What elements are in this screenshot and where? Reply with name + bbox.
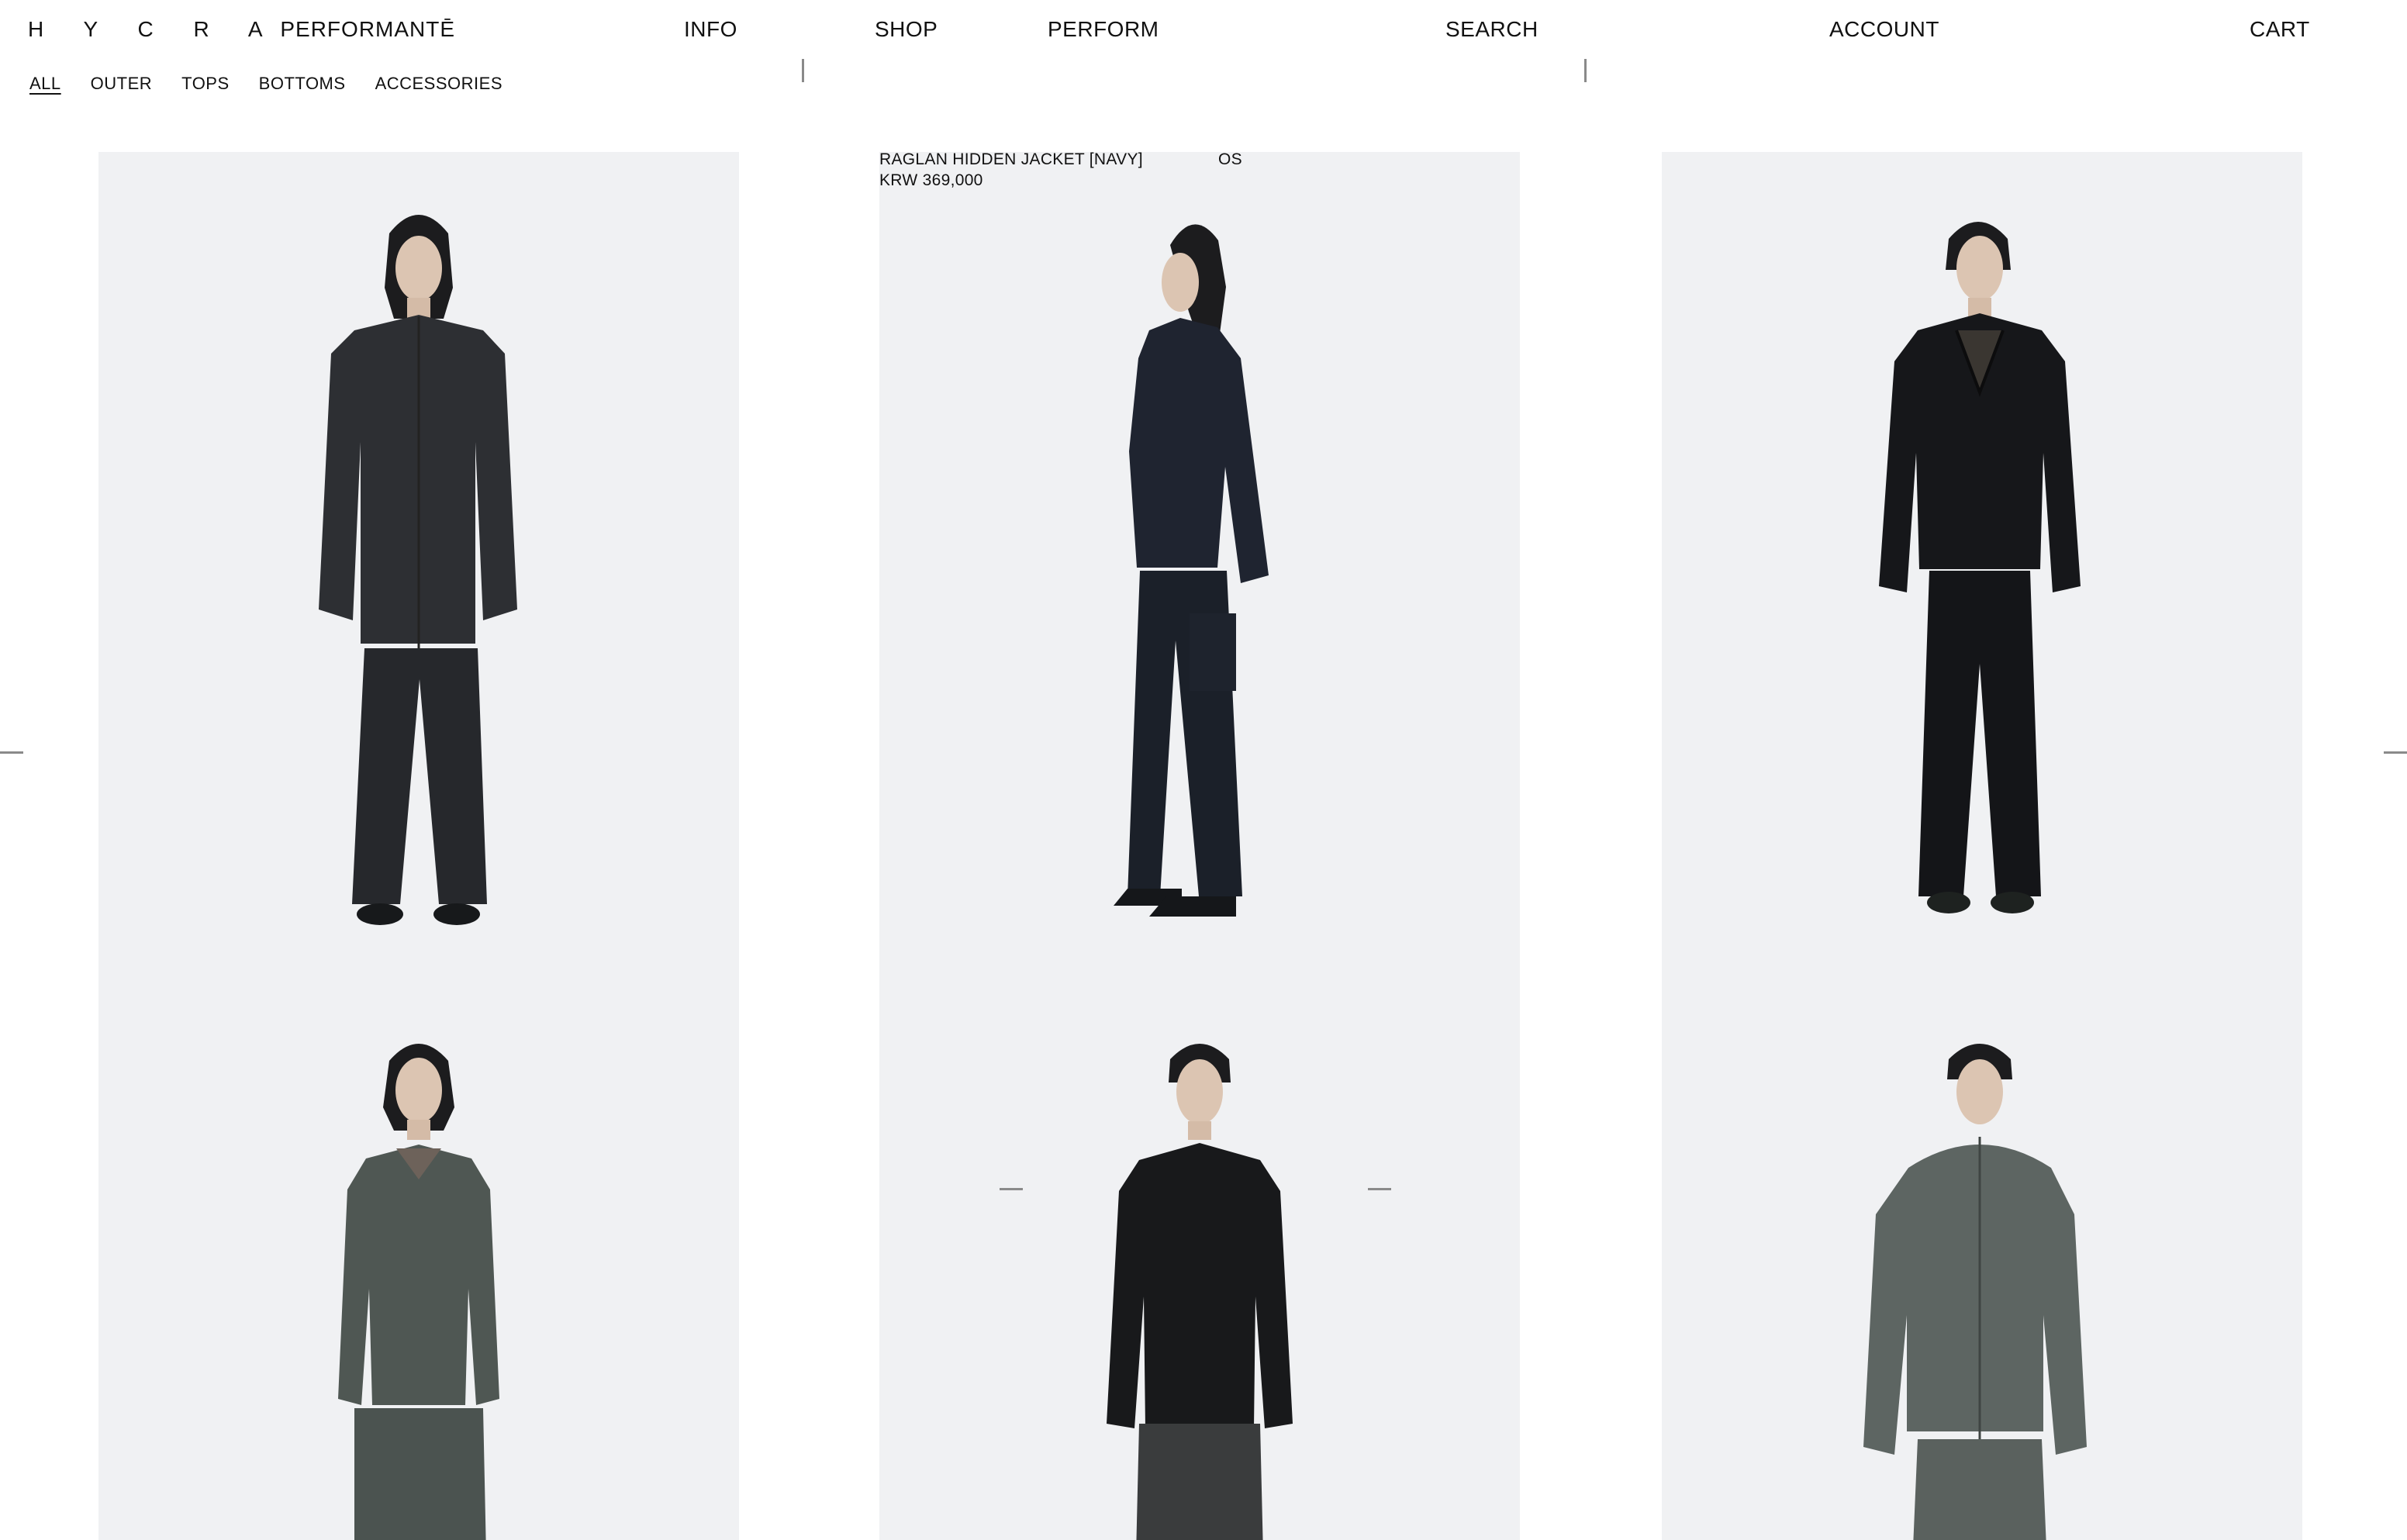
column-divider-tick xyxy=(802,59,804,82)
product-card[interactable] xyxy=(879,997,1520,1540)
column-divider-tick xyxy=(1584,59,1587,82)
nav-account[interactable]: ACCOUNT xyxy=(1829,14,1939,45)
product-image xyxy=(1879,222,2081,913)
product-name: RAGLAN HIDDEN JACKET [NAVY] xyxy=(879,150,1143,168)
product-size: OS xyxy=(1218,150,1242,168)
product-card[interactable] xyxy=(1662,997,2302,1540)
filter-all[interactable]: ALL xyxy=(29,71,61,96)
product-card[interactable] xyxy=(98,997,739,1540)
carousel-next-dash[interactable] xyxy=(1368,1188,1391,1190)
next-page-dash[interactable] xyxy=(2384,751,2407,754)
nav-cart[interactable]: CART xyxy=(2250,14,2310,45)
nav-perform[interactable]: PERFORM xyxy=(1048,14,1159,45)
nav-info[interactable]: INFO xyxy=(684,14,737,45)
logo-letters: H Y C R A xyxy=(28,17,280,41)
brand-logo[interactable]: H Y C R A PERFORMANTĒ xyxy=(28,14,455,45)
carousel-prev-dash[interactable] xyxy=(1000,1188,1023,1190)
filter-tops[interactable]: TOPS xyxy=(181,71,230,96)
prev-page-dash[interactable] xyxy=(0,751,23,754)
product-price: KRW 369,000 xyxy=(879,171,983,189)
product-card[interactable] xyxy=(98,152,739,997)
product-image xyxy=(319,215,517,925)
filter-bottoms[interactable]: BOTTOMS xyxy=(259,71,346,96)
nav-search[interactable]: SEARCH xyxy=(1445,14,1538,45)
product-image xyxy=(1107,1044,1293,1540)
category-filters: ALL OUTER TOPS BOTTOMS ACCESSORIES xyxy=(29,71,502,96)
nav-shop[interactable]: SHOP xyxy=(875,14,938,45)
product-hover-info: RAGLAN HIDDEN JACKET [NAVY] KRW 369,000 … xyxy=(879,149,1242,191)
product-card-hovered[interactable] xyxy=(879,152,1520,997)
filter-accessories[interactable]: ACCESSORIES xyxy=(375,71,502,96)
logo-wordmark: PERFORMANTĒ xyxy=(280,17,456,41)
product-image xyxy=(338,1044,499,1540)
product-image xyxy=(1863,1044,2087,1540)
product-image xyxy=(1114,224,1269,917)
product-card[interactable] xyxy=(1662,152,2302,997)
filter-outer[interactable]: OUTER xyxy=(91,71,153,96)
